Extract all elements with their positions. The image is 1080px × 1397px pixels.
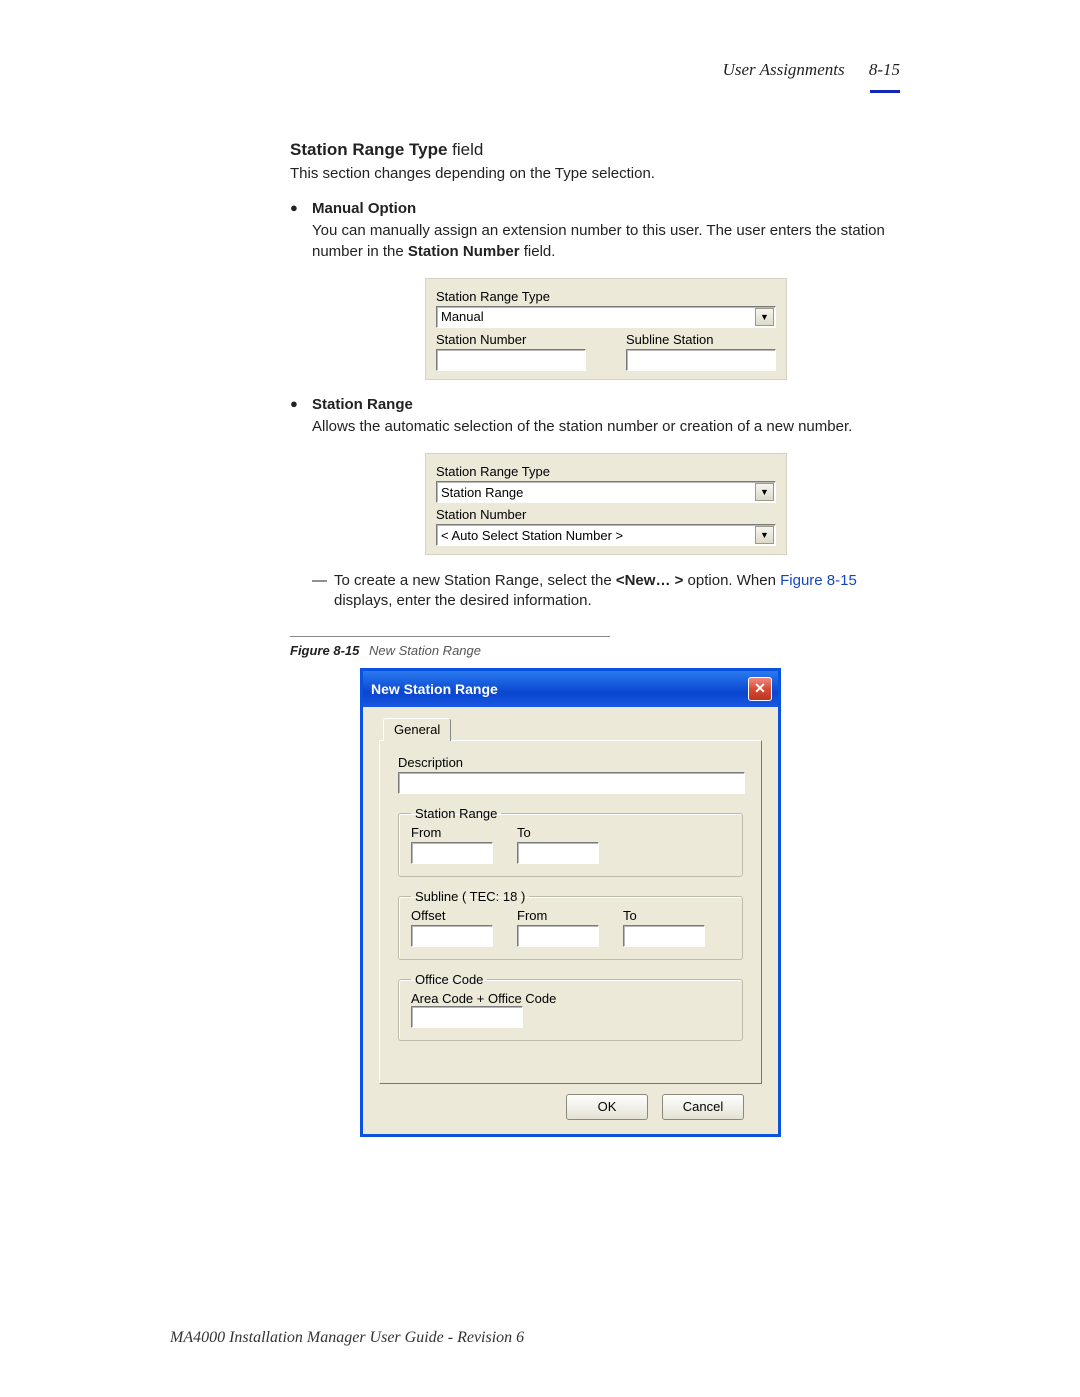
new-station-range-dialog: New Station Range ✕ General Description …	[360, 668, 781, 1137]
figure-caption: Figure 8-15 New Station Range	[290, 636, 610, 658]
section-title: User Assignments	[723, 60, 845, 79]
range-from-input[interactable]	[411, 842, 493, 864]
dialog-titlebar[interactable]: New Station Range ✕	[363, 671, 778, 707]
station-number-select[interactable]: < Auto Select Station Number > ▼	[436, 524, 776, 546]
subline-station-input[interactable]	[626, 349, 776, 371]
subline-from-input[interactable]	[517, 925, 599, 947]
range-type-label: Station Range Type	[436, 289, 776, 304]
range-type-label-2: Station Range Type	[436, 464, 776, 479]
subline-group: Subline ( TEC: 18 ) Offset From	[398, 889, 743, 960]
station-range-title: Station Range	[312, 396, 900, 413]
ok-button[interactable]: OK	[566, 1094, 648, 1120]
range-type-select-2[interactable]: Station Range ▼	[436, 481, 776, 503]
cancel-button[interactable]: Cancel	[662, 1094, 744, 1120]
station-number-label: Station Number	[436, 332, 586, 347]
station-number-input[interactable]	[436, 349, 586, 371]
subline-to-input[interactable]	[623, 925, 705, 947]
office-code-input[interactable]	[411, 1006, 523, 1028]
range-type-select[interactable]: Manual ▼	[436, 306, 776, 328]
manual-option-text: You can manually assign an extension num…	[312, 221, 900, 262]
chevron-down-icon[interactable]: ▼	[755, 526, 774, 544]
tab-pane-general: Description Station Range From To	[379, 740, 762, 1084]
office-code-group: Office Code Area Code + Office Code	[398, 972, 743, 1041]
page-number: 8-15	[869, 60, 900, 79]
running-header: User Assignments 8-15	[723, 60, 900, 80]
range-form: Station Range Type Station Range ▼ Stati…	[425, 453, 787, 555]
header-rule	[870, 90, 900, 93]
station-number-label-2: Station Number	[436, 507, 776, 522]
subline-station-label: Subline Station	[626, 332, 776, 347]
heading-station-range-type: Station Range Type field	[290, 140, 900, 160]
subline-offset-input[interactable]	[411, 925, 493, 947]
range-to-input[interactable]	[517, 842, 599, 864]
station-range-group: Station Range From To	[398, 806, 743, 877]
description-label: Description	[398, 755, 743, 770]
tab-general[interactable]: General	[383, 718, 451, 741]
intro-text: This section changes depending on the Ty…	[290, 164, 900, 184]
figure-link[interactable]: Figure 8-15	[780, 572, 857, 589]
manual-form: Station Range Type Manual ▼ Station Numb…	[425, 278, 787, 380]
new-range-note: To create a new Station Range, select th…	[312, 571, 900, 612]
dialog-title: New Station Range	[371, 681, 498, 697]
chevron-down-icon[interactable]: ▼	[755, 308, 774, 326]
station-range-text: Allows the automatic selection of the st…	[312, 417, 900, 437]
manual-option-title: Manual Option	[312, 200, 900, 217]
description-input[interactable]	[398, 772, 745, 794]
close-icon[interactable]: ✕	[748, 677, 772, 701]
footer-text: MA4000 Installation Manager User Guide -…	[170, 1329, 524, 1347]
chevron-down-icon[interactable]: ▼	[755, 483, 774, 501]
